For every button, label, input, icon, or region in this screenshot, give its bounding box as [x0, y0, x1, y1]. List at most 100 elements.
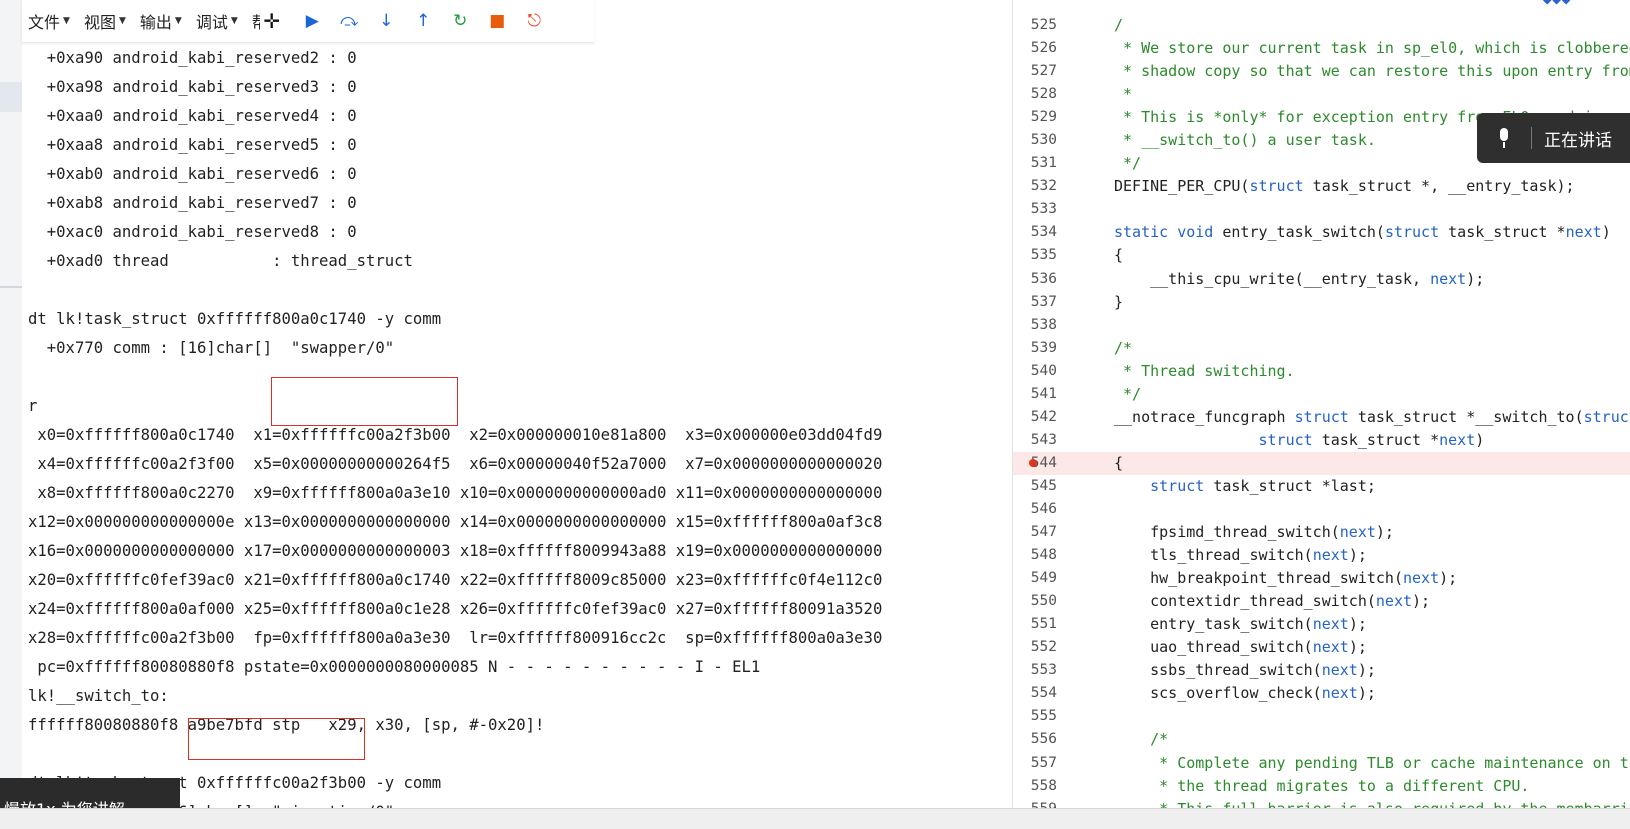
- code-line: 525 /: [1013, 14, 1630, 37]
- line-number[interactable]: 545: [1013, 475, 1057, 498]
- line-number[interactable]: 532: [1013, 175, 1057, 198]
- debugger-pane: +0xa90 android_kabi_reserved2 : 0 +0xa98…: [0, 0, 1012, 808]
- code-line: 555: [1013, 705, 1630, 728]
- code-line: 536 __this_cpu_write(__entry_task, next)…: [1013, 268, 1630, 291]
- code-text: * Complete any pending TLB or cache main…: [1159, 753, 1630, 772]
- code-text: __this_cpu_write(__entry_task, next);: [1114, 269, 1485, 288]
- code-text: /*: [1114, 338, 1133, 357]
- status-bar: [0, 808, 1630, 829]
- code-text: contextidr_thread_switch(next);: [1114, 592, 1431, 611]
- line-number[interactable]: 547: [1013, 521, 1057, 544]
- line-number[interactable]: 530: [1013, 129, 1057, 152]
- stop-icon[interactable]: ■: [479, 11, 516, 31]
- line-number[interactable]: 548: [1013, 544, 1057, 567]
- code-text: {: [1114, 453, 1124, 472]
- code-line: 539 /*: [1013, 337, 1630, 360]
- detach-icon[interactable]: ⎋: [516, 11, 553, 31]
- output-line: +0xaa0 android_kabi_reserved4 : 0: [28, 107, 357, 125]
- code-line: 538: [1013, 314, 1630, 337]
- line-number[interactable]: 533: [1013, 198, 1057, 221]
- line-number[interactable]: 543: [1013, 429, 1057, 452]
- menu-output[interactable]: 输出 ▼: [140, 9, 182, 33]
- code-text: hw_breakpoint_thread_switch(next);: [1114, 569, 1458, 588]
- line-number[interactable]: 557: [1013, 752, 1057, 775]
- code-line: 554 scs_overflow_check(next);: [1013, 682, 1630, 705]
- code-line: 550 contextidr_thread_switch(next);: [1013, 590, 1630, 613]
- line-number[interactable]: 538: [1013, 314, 1057, 337]
- move-icon[interactable]: ✛: [260, 9, 284, 33]
- output-line: lk!__switch_to:: [28, 687, 169, 705]
- restart-icon[interactable]: ↻: [442, 11, 479, 31]
- code-text: tls_thread_switch(next);: [1114, 546, 1367, 565]
- code-line: 548 tls_thread_switch(next);: [1013, 544, 1630, 567]
- output-line: r: [28, 397, 38, 415]
- code-line: 546: [1013, 498, 1630, 521]
- line-number[interactable]: 537: [1013, 291, 1057, 314]
- line-number[interactable]: 558: [1013, 775, 1057, 798]
- menu-debug[interactable]: 调试 ▼: [196, 9, 238, 33]
- output-line: +0xaa8 android_kabi_reserved5 : 0: [28, 136, 357, 154]
- code-line: 544{: [1013, 451, 1630, 475]
- output-line: x28=0xffffffc00a2f3b00 fp=0xffffff800a0a…: [28, 629, 883, 647]
- code-text: scs_overflow_check(next);: [1114, 684, 1376, 703]
- code-text: *: [1114, 85, 1133, 104]
- debugger-toolbar: 文件▼ 视图▼ 输出▼ 调试▼ 帮 ✛ ▶ ⤼ ↓ ↑ ↻ ■ ⎋: [22, 0, 594, 43]
- output-line: +0xac0 android_kabi_reserved8 : 0: [28, 223, 357, 241]
- menu-help[interactable]: 帮: [252, 9, 260, 33]
- code-line: 533: [1013, 198, 1630, 221]
- line-number[interactable]: 542: [1013, 406, 1057, 429]
- code-line: 552 uao_thread_switch(next);: [1013, 636, 1630, 659]
- menu-view[interactable]: 视图 ▼: [84, 9, 126, 33]
- menu-file[interactable]: 文件 ▼: [28, 9, 70, 33]
- line-number[interactable]: 526: [1013, 37, 1057, 60]
- code-line: 534 static void entry_task_switch(struct …: [1013, 221, 1630, 244]
- output-line: x16=0x0000000000000000 x17=0x00000000000…: [28, 542, 883, 560]
- code-line: 542 __notrace_funcgraph struct task_struc…: [1013, 406, 1630, 429]
- line-number[interactable]: 535: [1013, 244, 1057, 267]
- gutter-marker: [0, 286, 22, 288]
- line-number[interactable]: 525: [1013, 14, 1057, 37]
- line-number[interactable]: 540: [1013, 360, 1057, 383]
- output-line: +0xa90 android_kabi_reserved2 : 0: [28, 49, 357, 67]
- line-number[interactable]: 555: [1013, 705, 1057, 728]
- line-number[interactable]: 529: [1013, 106, 1057, 129]
- run-icon[interactable]: ▶: [294, 11, 331, 31]
- step-over-icon[interactable]: ⤼: [331, 11, 368, 31]
- line-number[interactable]: 550: [1013, 590, 1057, 613]
- line-number[interactable]: 554: [1013, 682, 1057, 705]
- highlight-box-address: [188, 718, 365, 760]
- watermark-logo: ◆◆◆: [1543, 0, 1572, 8]
- output-line: +0xad0 thread : thread_struct: [28, 252, 413, 270]
- output-line: x8=0xffffff800a0c2270 x9=0xffffff800a0a3…: [28, 484, 883, 502]
- code-line: 528 *: [1013, 83, 1630, 106]
- step-into-icon[interactable]: ↓: [368, 11, 405, 31]
- line-number[interactable]: 527: [1013, 60, 1057, 83]
- code-line: 549 hw_breakpoint_thread_switch(next);: [1013, 567, 1630, 590]
- code-line: 559 * This full barrier is also required…: [1013, 798, 1630, 808]
- code-text: * This full barrier is also required by …: [1114, 798, 1630, 808]
- line-number[interactable]: 534: [1013, 221, 1057, 244]
- step-out-icon[interactable]: ↑: [405, 11, 442, 31]
- line-number[interactable]: 528: [1013, 83, 1057, 106]
- line-number[interactable]: 546: [1013, 498, 1057, 521]
- breakpoint-icon[interactable]: [1029, 458, 1037, 467]
- line-number[interactable]: 556: [1013, 728, 1057, 751]
- line-number[interactable]: 541: [1013, 383, 1057, 406]
- line-number[interactable]: 553: [1013, 659, 1057, 682]
- line-number[interactable]: 552: [1013, 636, 1057, 659]
- line-number[interactable]: 559: [1013, 798, 1057, 808]
- line-number[interactable]: 539: [1013, 337, 1057, 360]
- line-number[interactable]: 531: [1013, 152, 1057, 175]
- code-line: 526 * We store our current task in sp_el…: [1013, 37, 1630, 60]
- code-text: DEFINE_PER_CPU(struct task_struct *, __e…: [1114, 177, 1575, 196]
- subtitle-toast: 慢放1x 为您讲解: [0, 778, 180, 808]
- code-line: 557 * Complete any pending TLB or cache …: [1013, 752, 1630, 775]
- output-line: pc=0xffffff80080880f8 pstate=0x000000008…: [28, 658, 761, 676]
- line-number[interactable]: 549: [1013, 567, 1057, 590]
- code-line: 545 struct task_struct *last;: [1013, 475, 1630, 498]
- code-text: ssbs_thread_switch(next);: [1114, 661, 1376, 680]
- line-number[interactable]: 551: [1013, 613, 1057, 636]
- code-text: * Thread switching.: [1114, 361, 1295, 380]
- debugger-output: +0xa90 android_kabi_reserved2 : 0 +0xa98…: [28, 44, 1008, 808]
- line-number[interactable]: 536: [1013, 268, 1057, 291]
